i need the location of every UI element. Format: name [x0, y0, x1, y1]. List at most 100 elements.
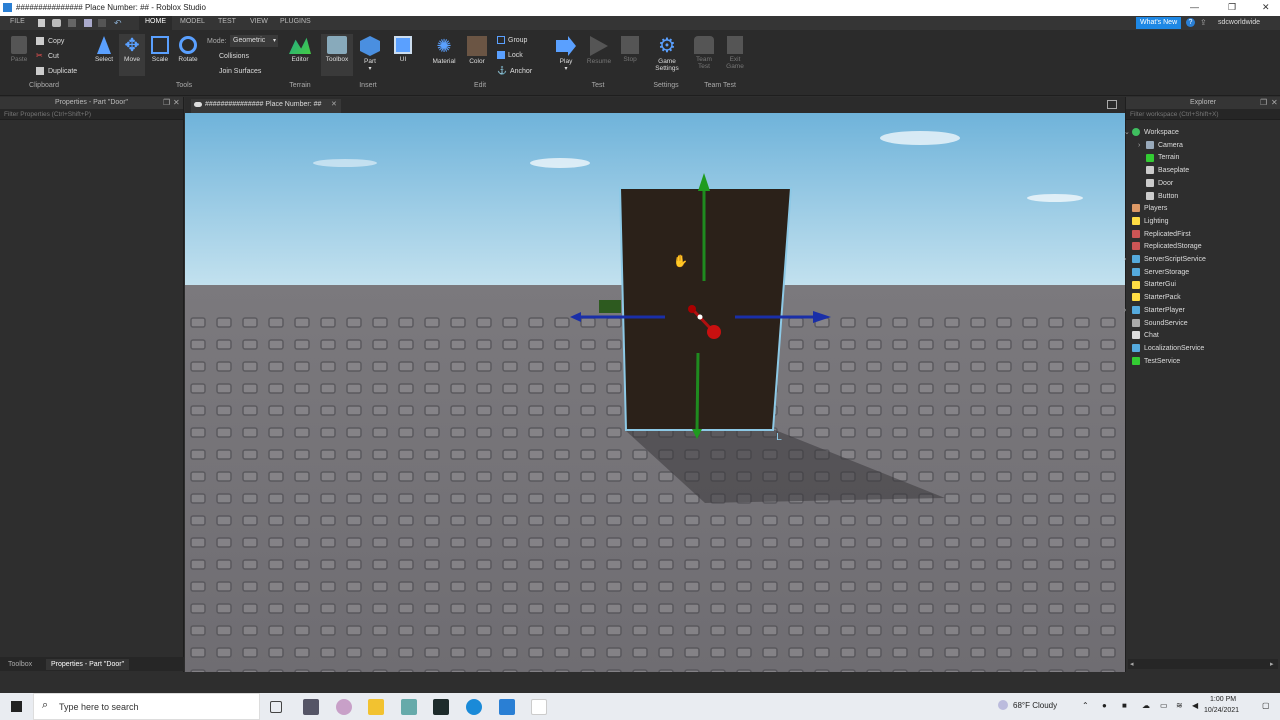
explorer-item-starterplayer[interactable]: › StarterPlayer	[1124, 305, 1185, 317]
new-icon[interactable]	[38, 19, 45, 27]
close-icon[interactable]: ✕	[1271, 98, 1278, 107]
microphone-icon[interactable]: ●	[1102, 701, 1107, 710]
redo-icon[interactable]	[68, 19, 76, 27]
scroll-right-icon[interactable]: ▸	[1270, 660, 1274, 668]
weather-label[interactable]: 68°F Cloudy	[1013, 701, 1057, 710]
stop-button[interactable]: Stop	[618, 36, 642, 63]
game-settings-button[interactable]: ⚙ Game Settings	[650, 36, 684, 72]
scroll-left-icon[interactable]: ◂	[1130, 660, 1134, 668]
join-surfaces-toggle[interactable]: Join Surfaces	[219, 68, 261, 75]
help-icon[interactable]: ?	[1186, 18, 1195, 27]
move-y-axis-down[interactable]	[695, 352, 700, 432]
minimize-button[interactable]: —	[1190, 2, 1199, 12]
explorer-item-startergui[interactable]: StarterGui	[1132, 279, 1176, 291]
expand-down-icon[interactable]: ⌄	[1124, 127, 1130, 139]
close-button[interactable]: ✕	[1262, 2, 1270, 13]
maximize-button[interactable]: ❐	[1228, 2, 1236, 13]
undo-icon[interactable]: ↶	[114, 18, 122, 29]
tab-view[interactable]: VIEW	[250, 18, 268, 25]
close-icon[interactable]: ✕	[173, 98, 180, 107]
explorer-item-button[interactable]: Button	[1146, 191, 1178, 203]
material-button[interactable]: ✺ Material	[428, 36, 460, 65]
mode-dropdown[interactable]: Geometric ▾	[230, 35, 278, 47]
snip-tool-icon[interactable]	[336, 699, 352, 715]
terrain-editor-button[interactable]: Editor	[286, 36, 314, 63]
taskbar-search-box[interactable]: ⌕ Type here to search	[33, 693, 260, 720]
exit-game-button[interactable]: Exit Game	[723, 36, 747, 70]
explorer-item-door[interactable]: Door	[1146, 178, 1173, 190]
paste-button[interactable]: Paste	[8, 36, 30, 63]
explorer-filter-input[interactable]: Filter workspace (Ctrl+Shift+X)	[1126, 109, 1280, 120]
float-icon[interactable]: ❐	[163, 98, 170, 107]
3d-viewport[interactable]: ✋ L	[185, 113, 1125, 672]
close-tab-icon[interactable]: ✕	[331, 99, 337, 111]
tab-toolbox[interactable]: Toolbox	[3, 659, 37, 670]
move-z-handle-back[interactable]	[688, 305, 696, 313]
document-tab[interactable]: ############### Place Number: ## ✕	[191, 99, 341, 113]
task-view-icon[interactable]	[270, 701, 282, 713]
volume-icon[interactable]: ◀	[1192, 701, 1198, 710]
camera-tray-icon[interactable]: ■	[1122, 701, 1127, 710]
resume-button[interactable]: Resume	[585, 36, 613, 65]
stop-small-icon[interactable]	[98, 19, 106, 27]
maximize-viewport-icon[interactable]	[1107, 100, 1117, 109]
explorer-item-workspace[interactable]: ⌄ Workspace	[1124, 127, 1179, 139]
explorer-item-starterpack[interactable]: StarterPack	[1132, 292, 1181, 304]
explorer-scrollbar[interactable]: ◂ ▸	[1128, 659, 1278, 669]
button-part[interactable]	[599, 300, 621, 313]
scene[interactable]: ✋ L	[185, 113, 1125, 672]
edge-browser-icon[interactable]	[466, 699, 482, 715]
explorer-item-terrain[interactable]: Terrain	[1146, 152, 1179, 164]
network-icon[interactable]: ▭	[1160, 701, 1168, 710]
expand-right-icon[interactable]: ›	[1124, 254, 1126, 266]
select-button[interactable]: Select	[92, 36, 116, 63]
open-icon[interactable]	[52, 19, 61, 27]
explorer-item-camera[interactable]: › Camera	[1138, 140, 1183, 152]
group-button[interactable]: Group	[497, 36, 527, 44]
copy-button[interactable]: Copy	[36, 37, 64, 45]
roblox-studio-taskbar-icon[interactable]	[499, 699, 515, 715]
chevron-up-icon[interactable]: ⌃	[1082, 701, 1089, 710]
notifications-icon[interactable]: ▢	[1262, 701, 1270, 710]
expand-right-icon[interactable]: ›	[1138, 140, 1140, 152]
lock-button[interactable]: Lock	[497, 51, 523, 59]
whats-new-button[interactable]: What's New	[1136, 17, 1182, 29]
explorer-item-localizationservice[interactable]: LocalizationService	[1132, 343, 1204, 355]
play-button[interactable]: Play ▾	[553, 36, 579, 72]
explorer-item-replicatedfirst[interactable]: ReplicatedFirst	[1132, 229, 1191, 241]
file-explorer-icon[interactable]	[368, 699, 384, 715]
move-button[interactable]: ✥ Move	[119, 34, 145, 76]
file-menu[interactable]: FILE	[10, 18, 25, 25]
tab-properties[interactable]: Properties - Part "Door"	[46, 659, 130, 670]
explorer-item-serverscriptservice[interactable]: › ServerScriptService	[1124, 254, 1206, 266]
wifi-icon[interactable]: ≋	[1176, 701, 1183, 710]
clock-time[interactable]: 1:00 PM	[1210, 696, 1236, 703]
properties-filter-input[interactable]: Filter Properties (Ctrl+Shift+P)	[0, 109, 183, 120]
camera-app-icon[interactable]	[303, 699, 319, 715]
explorer-item-replicatedstorage[interactable]: ReplicatedStorage	[1132, 241, 1202, 253]
tab-test[interactable]: TEST	[218, 18, 236, 25]
ui-button[interactable]: UI	[391, 36, 415, 63]
explorer-item-lighting[interactable]: Lighting	[1132, 216, 1169, 228]
rotate-button[interactable]: Rotate	[175, 36, 201, 63]
tab-home[interactable]: HOME	[139, 16, 172, 30]
explorer-item-players[interactable]: Players	[1132, 203, 1167, 215]
expand-right-icon[interactable]: ›	[1124, 305, 1126, 317]
collisions-toggle[interactable]: Collisions	[219, 53, 249, 60]
toolbox-button[interactable]: Toolbox	[321, 34, 353, 76]
explorer-item-serverstorage[interactable]: ServerStorage	[1132, 267, 1189, 279]
explorer-item-soundservice[interactable]: SoundService	[1132, 318, 1188, 330]
move-z-handle-front[interactable]	[707, 325, 721, 339]
clock-date[interactable]: 10/24/2021	[1204, 707, 1239, 714]
app-icon[interactable]	[401, 699, 417, 715]
team-test-button[interactable]: Team Test	[692, 36, 716, 70]
color-button[interactable]: Color	[465, 36, 489, 65]
cloud-tray-icon[interactable]: ☁	[1142, 701, 1150, 710]
terminal-icon[interactable]	[433, 699, 449, 715]
username-label[interactable]: sdcworldwide	[1218, 19, 1260, 26]
anchor-button[interactable]: ⚓ Anchor	[497, 66, 532, 75]
scale-button[interactable]: Scale	[148, 36, 172, 63]
cut-button[interactable]: ✂ Cut	[36, 52, 59, 61]
duplicate-button[interactable]: Duplicate	[36, 67, 77, 75]
publish-icon[interactable]	[84, 19, 92, 27]
